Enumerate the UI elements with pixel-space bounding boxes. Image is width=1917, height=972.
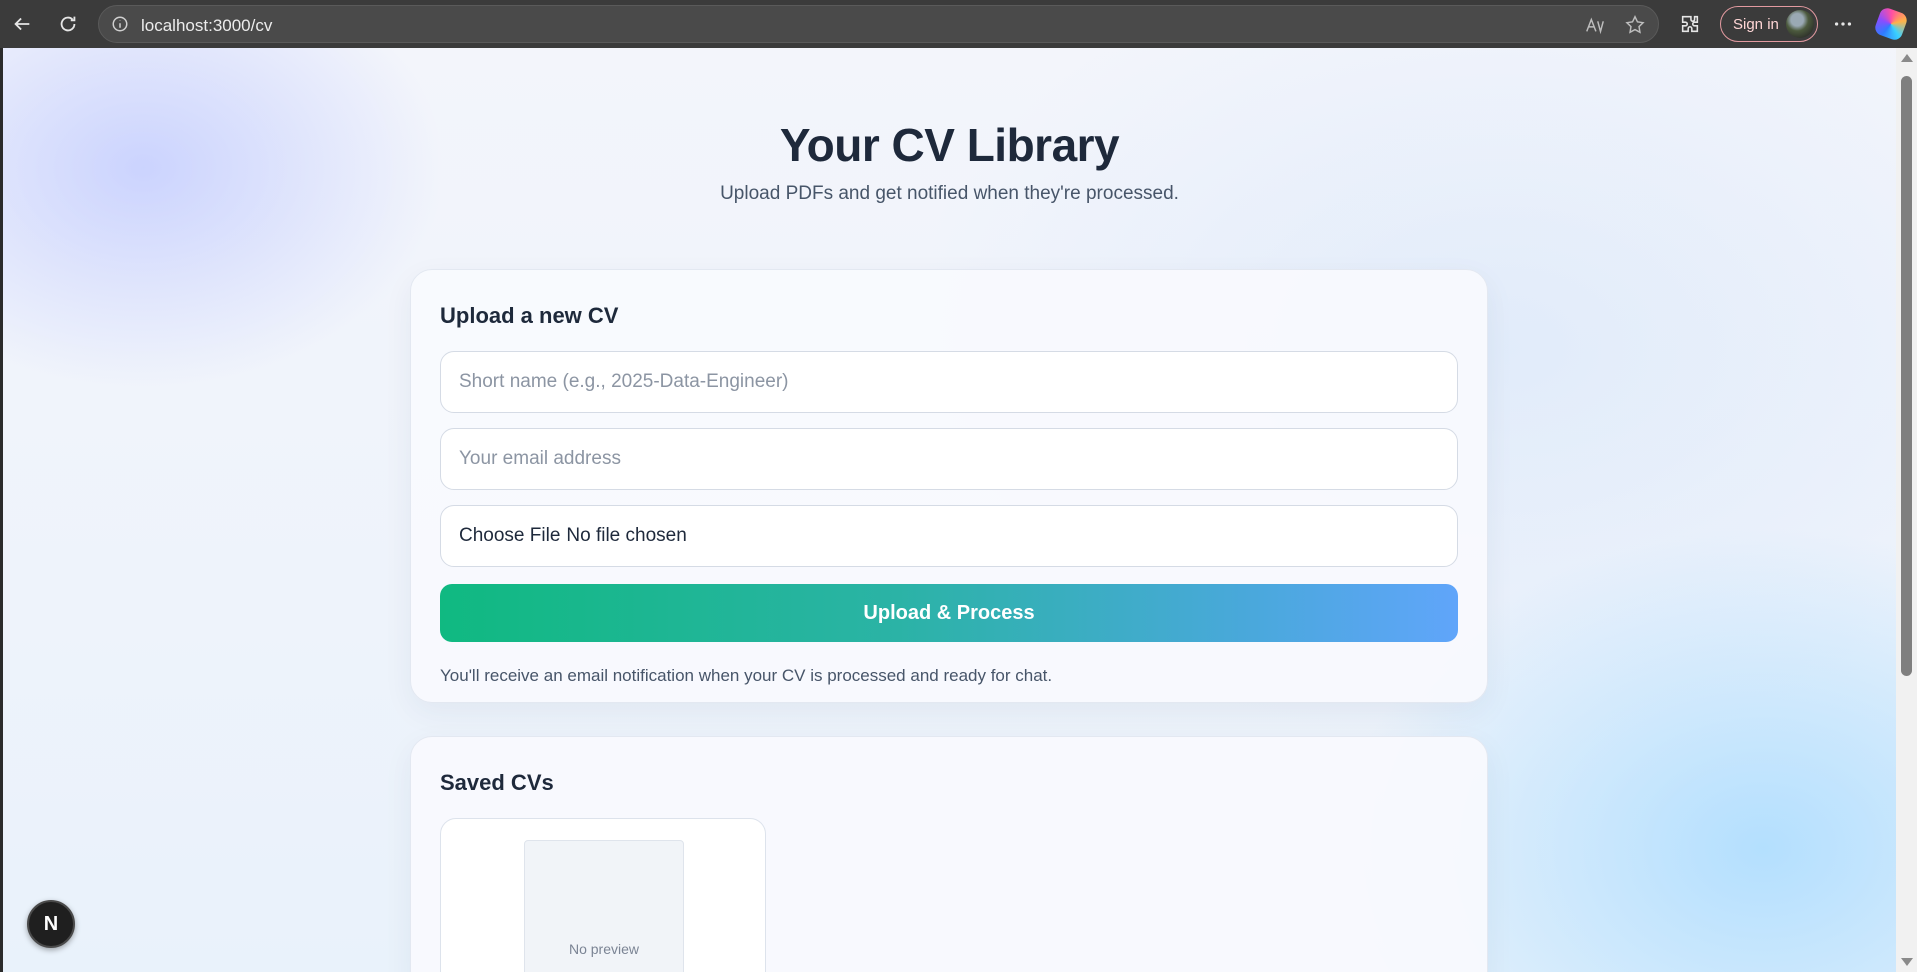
short-name-input[interactable] bbox=[440, 351, 1458, 413]
email-notification-note: You'll receive an email notification whe… bbox=[440, 666, 1053, 685]
refresh-icon[interactable] bbox=[52, 8, 84, 40]
saved-cv-item[interactable]: No preview bbox=[440, 818, 766, 972]
saved-cvs-card: Saved CVs No preview bbox=[410, 736, 1488, 972]
upload-cv-card: Upload a new CV Choose File No file chos… bbox=[410, 269, 1488, 703]
email-input[interactable] bbox=[440, 428, 1458, 490]
favorite-star-icon[interactable] bbox=[1624, 14, 1646, 36]
read-aloud-icon[interactable] bbox=[1584, 14, 1606, 36]
nextjs-dev-indicator[interactable]: N bbox=[27, 900, 75, 948]
url-text: localhost:3000/cv bbox=[141, 16, 273, 35]
sign-in-label: Sign in bbox=[1733, 16, 1779, 33]
upload-card-heading: Upload a new CV bbox=[440, 303, 619, 328]
scroll-down-icon[interactable] bbox=[1901, 958, 1913, 966]
file-input[interactable]: Choose File No file chosen bbox=[440, 505, 1458, 567]
page-title: Your CV Library bbox=[779, 119, 1120, 171]
upload-process-button[interactable]: Upload & Process bbox=[440, 584, 1458, 642]
choose-file-button[interactable]: Choose File bbox=[459, 525, 560, 547]
back-icon[interactable] bbox=[6, 8, 38, 40]
browser-toolbar: localhost:3000/cv Sign in bbox=[0, 0, 1917, 48]
profile-avatar bbox=[1786, 10, 1814, 38]
file-status-text: No file chosen bbox=[566, 525, 687, 546]
scroll-up-icon[interactable] bbox=[1901, 54, 1913, 62]
nextjs-logo-letter: N bbox=[43, 912, 59, 935]
sign-in-button[interactable]: Sign in bbox=[1720, 6, 1818, 42]
page-viewport: Your CV Library Upload PDFs and get noti… bbox=[3, 48, 1896, 972]
site-info-icon[interactable] bbox=[111, 15, 129, 33]
no-preview-label: No preview bbox=[568, 941, 640, 957]
page-subtitle: Upload PDFs and get notified when they'r… bbox=[720, 183, 1179, 204]
saved-cvs-heading: Saved CVs bbox=[440, 770, 554, 795]
copilot-icon[interactable] bbox=[1873, 6, 1909, 42]
page-scrollbar[interactable] bbox=[1896, 48, 1917, 972]
extensions-icon[interactable] bbox=[1674, 8, 1706, 40]
cv-preview-thumbnail: No preview bbox=[524, 840, 684, 972]
scrollbar-thumb[interactable] bbox=[1901, 76, 1912, 676]
more-options-icon[interactable] bbox=[1827, 8, 1859, 40]
address-bar[interactable]: localhost:3000/cv bbox=[98, 5, 1659, 43]
